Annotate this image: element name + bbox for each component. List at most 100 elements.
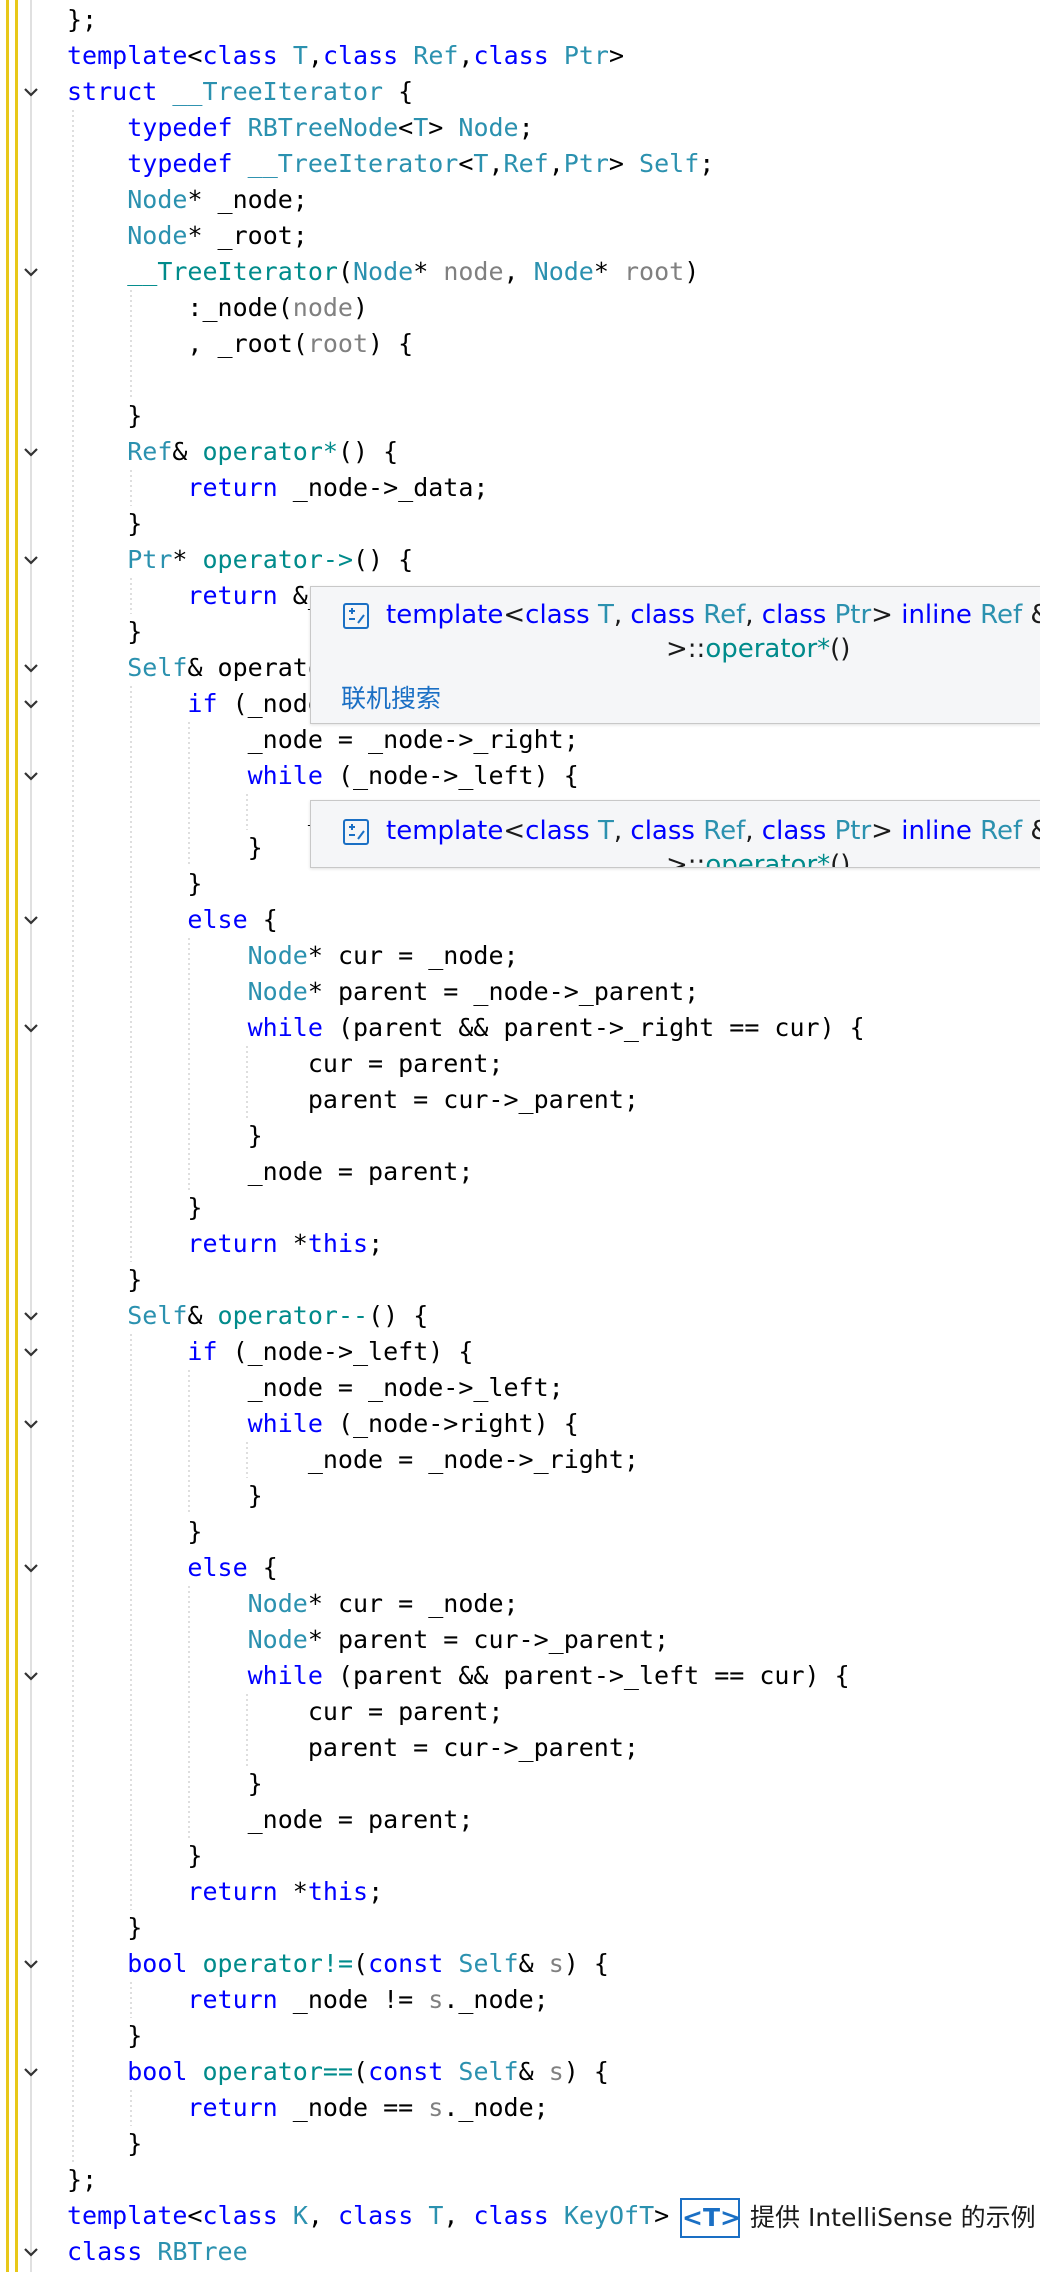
code-line[interactable]: } [0, 1838, 1040, 1874]
code-line[interactable]: } [0, 1118, 1040, 1154]
code-line[interactable]: Self& operator--() { [0, 1298, 1040, 1334]
code-line[interactable]: return *this; [0, 1874, 1040, 1910]
chevron-down-icon[interactable] [22, 911, 40, 929]
code-line[interactable]: } [0, 2126, 1040, 2162]
chevron-down-icon[interactable] [22, 767, 40, 785]
chevron-down-icon[interactable] [22, 263, 40, 281]
code-line[interactable]: while (_node->right) { [0, 1406, 1040, 1442]
code-line[interactable]: return _node->_data; [0, 470, 1040, 506]
code-line[interactable]: _node = _node->_left; [0, 1370, 1040, 1406]
code-line[interactable]: cur = parent; [0, 1046, 1040, 1082]
chevron-down-icon[interactable] [22, 1343, 40, 1361]
code-line[interactable]: else { [0, 902, 1040, 938]
code-line[interactable]: }; [0, 2, 1040, 38]
chevron-down-icon[interactable] [22, 1955, 40, 1973]
online-search-link[interactable]: 联机搜索 [341, 679, 441, 715]
code-line[interactable]: parent = cur->_parent; [0, 1082, 1040, 1118]
code-line[interactable]: while (_node->_left) { [0, 758, 1040, 794]
chevron-down-icon[interactable] [22, 2063, 40, 2081]
code-text: while (parent && parent->_left == cur) { [67, 1658, 850, 1694]
code-line[interactable]: Node* parent = cur->_parent; [0, 1622, 1040, 1658]
code-token: ) { [563, 1949, 609, 1978]
code-line[interactable]: Ptr* operator->() { [0, 542, 1040, 578]
chevron-down-icon[interactable] [22, 2243, 40, 2261]
code-line[interactable] [0, 362, 1040, 398]
chevron-down-icon[interactable] [22, 83, 40, 101]
code-text: Self& operator--() { [67, 1298, 428, 1334]
code-token: ; [518, 113, 534, 142]
code-text: template<class T,class Ref,class Ptr> [67, 38, 624, 74]
code-line[interactable]: } [0, 1262, 1040, 1298]
code-line[interactable]: } [0, 1910, 1040, 1946]
chevron-down-icon[interactable] [22, 1019, 40, 1037]
code-token: const [368, 1949, 444, 1978]
code-line[interactable]: } [0, 1478, 1040, 1514]
chevron-down-icon[interactable] [22, 1559, 40, 1577]
code-token: Node [247, 941, 308, 970]
code-line[interactable]: return _node != s._node; [0, 1982, 1040, 2018]
code-text: _node = _node->_left; [67, 1370, 564, 1406]
code-editor[interactable]: }; template<class T,class Ref,class Ptr> s… [0, 0, 1040, 2272]
code-line[interactable]: template<class T,class Ref,class Ptr> [0, 38, 1040, 74]
code-line[interactable]: } [0, 1190, 1040, 1226]
code-text: Node* parent = _node->_parent; [67, 974, 700, 1010]
code-token: node [443, 257, 504, 286]
code-line[interactable]: } [0, 866, 1040, 902]
code-line[interactable]: :_node(node) [0, 290, 1040, 326]
code-line[interactable]: bool operator==(const Self& s) { [0, 2054, 1040, 2090]
code-line[interactable]: return _node == s._node; [0, 2090, 1040, 2126]
code-line[interactable]: _node = parent; [0, 1154, 1040, 1190]
code-line[interactable]: } [0, 1766, 1040, 1802]
code-line[interactable]: typedef RBTreeNode<T> Node; [0, 110, 1040, 146]
code-line[interactable]: struct __TreeIterator { [0, 74, 1040, 110]
code-token: _node == [277, 2093, 429, 2122]
chevron-down-icon[interactable] [22, 1307, 40, 1325]
code-token: () [830, 634, 851, 664]
code-line[interactable]: parent = cur->_parent; [0, 1730, 1040, 1766]
code-line[interactable]: if (_node->_left) { [0, 1334, 1040, 1370]
code-line[interactable]: bool operator!=(const Self& s) { [0, 1946, 1040, 1982]
code-line[interactable]: __TreeIterator(Node* node, Node* root) [0, 254, 1040, 290]
code-line[interactable]: Node* cur = _node; [0, 1586, 1040, 1622]
code-token: & [172, 437, 203, 466]
code-token: , [745, 816, 762, 846]
code-token: , [548, 149, 564, 178]
chevron-down-icon[interactable] [22, 1667, 40, 1685]
chevron-down-icon[interactable] [22, 443, 40, 461]
code-line[interactable]: typedef __TreeIterator<T,Ref,Ptr> Self; [0, 146, 1040, 182]
code-line[interactable]: Node* _root; [0, 218, 1040, 254]
code-token: () { [353, 545, 414, 574]
code-line[interactable]: while (parent && parent->_left == cur) { [0, 1658, 1040, 1694]
code-token: () { [337, 437, 399, 466]
code-line[interactable]: } [0, 506, 1040, 542]
code-line[interactable]: else { [0, 1550, 1040, 1586]
code-line[interactable]: Ref& operator*() { [0, 434, 1040, 470]
code-line[interactable]: _node = _node->_right; [0, 722, 1040, 758]
code-line[interactable]: Node* parent = _node->_parent; [0, 974, 1040, 1010]
chevron-down-icon[interactable] [22, 659, 40, 677]
template-hint-tag[interactable]: <T> [680, 2198, 741, 2238]
code-line[interactable]: Node* _node; [0, 182, 1040, 218]
code-text: template<class K, class T, class KeyOfT> [67, 2198, 669, 2234]
code-token: _node = _node->_left; [67, 1373, 564, 1402]
code-line[interactable]: Node* cur = _node; [0, 938, 1040, 974]
chevron-down-icon[interactable] [22, 1415, 40, 1433]
code-line[interactable]: } [0, 2018, 1040, 2054]
code-line[interactable]: }; [0, 2162, 1040, 2198]
code-line[interactable]: cur = parent; [0, 1694, 1040, 1730]
code-line[interactable]: while (parent && parent->_right == cur) … [0, 1010, 1040, 1046]
code-line[interactable]: return *this; [0, 1226, 1040, 1262]
chevron-down-icon[interactable] [22, 695, 40, 713]
chevron-down-icon[interactable] [22, 551, 40, 569]
code-line[interactable]: _node = parent; [0, 1802, 1040, 1838]
code-line[interactable]: class RBTree [0, 2234, 1040, 2270]
code-text: typedef __TreeIterator<T,Ref,Ptr> Self; [67, 146, 714, 182]
code-line[interactable]: } [0, 1514, 1040, 1550]
template-hint[interactable]: <T> 提供 IntelliSense 的示例 [680, 2198, 1040, 2238]
code-line[interactable]: , _root(root) { [0, 326, 1040, 362]
code-line[interactable]: } [0, 398, 1040, 434]
code-line[interactable]: _node = _node->_right; [0, 1442, 1040, 1478]
